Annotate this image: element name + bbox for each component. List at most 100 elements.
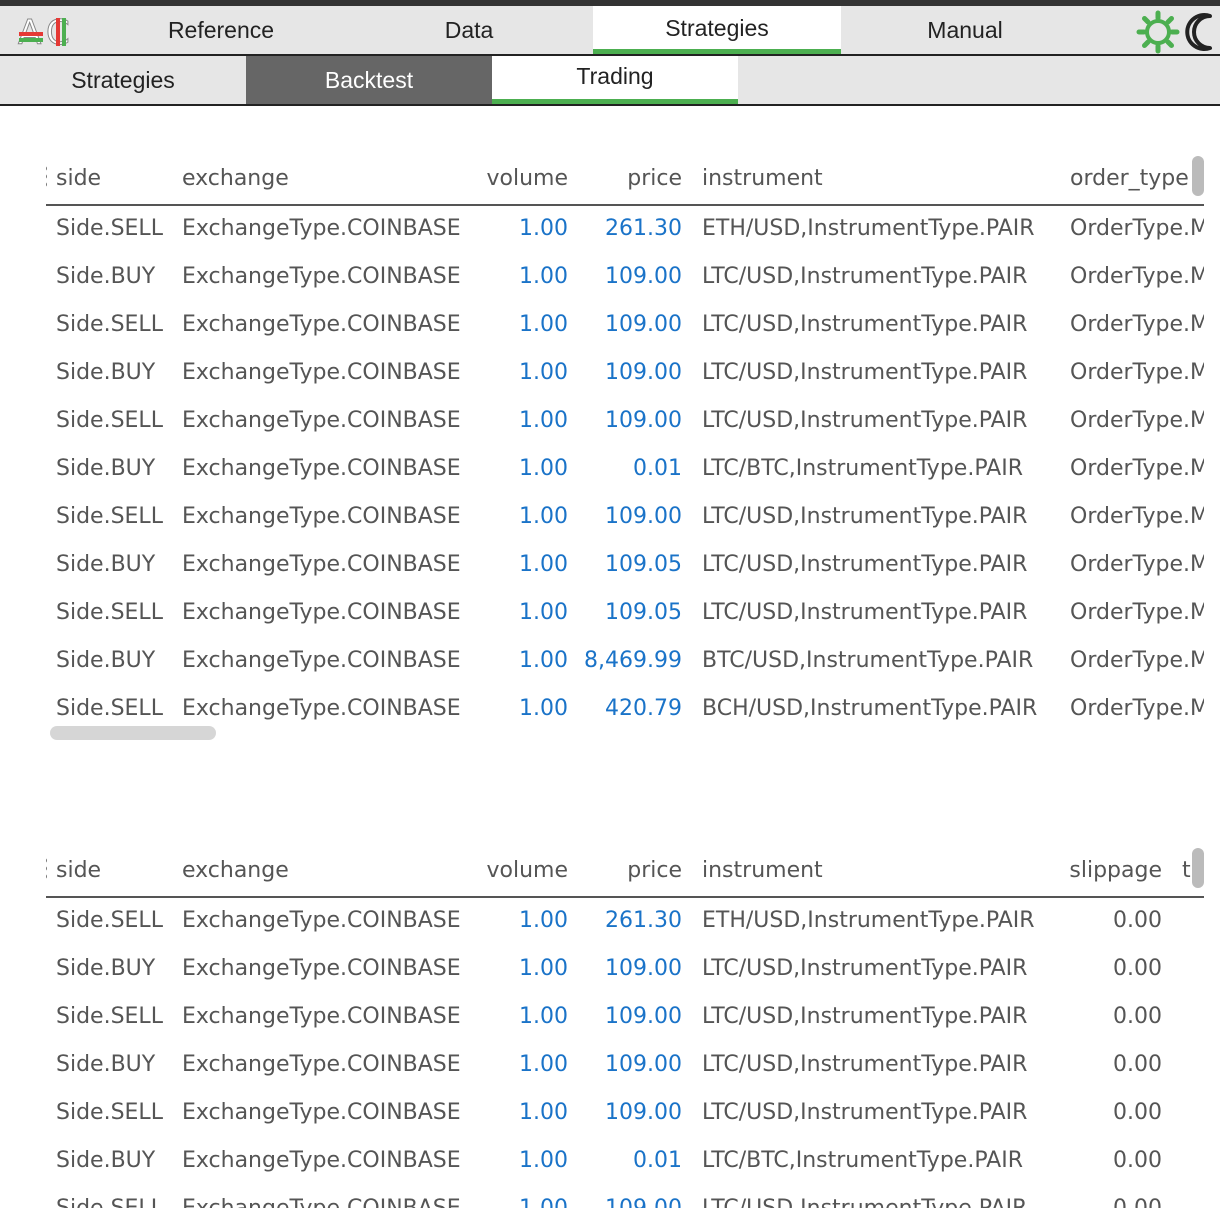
order-type-cell[interactable]: OrderType.M: [1070, 408, 1204, 433]
instrument-cell[interactable]: ETH/USD,InstrumentType.PAIR: [702, 216, 1035, 241]
order-type-cell[interactable]: OrderType.M: [1070, 456, 1204, 481]
table-row[interactable]: Side.BUY ExchangeType.COINBASE 1.00 109.05 L…: [46, 542, 1204, 590]
logo-icon[interactable]: A C: [16, 12, 76, 51]
column-header[interactable]: order_type: [1070, 166, 1189, 191]
side-cell[interactable]: Side.BUY: [56, 360, 155, 385]
slippage-cell[interactable]: 0.00: [1113, 1004, 1162, 1029]
side-cell[interactable]: Side.BUY: [56, 956, 155, 981]
price-cell[interactable]: 109.00: [605, 1052, 682, 1077]
column-header[interactable]: volume: [486, 166, 568, 191]
table-row[interactable]: Side.BUY ExchangeType.COINBASE 1.00 8,469.9…: [46, 638, 1204, 686]
volume-cell[interactable]: 1.00: [519, 1148, 568, 1173]
moon-icon[interactable]: [1180, 10, 1220, 54]
slippage-cell[interactable]: 0.00: [1113, 1148, 1162, 1173]
price-cell[interactable]: 109.00: [605, 956, 682, 981]
column-header[interactable]: price: [627, 858, 682, 883]
vertical-scrollbar[interactable]: [1192, 848, 1204, 888]
instrument-cell[interactable]: LTC/USD,InstrumentType.PAIR: [702, 1100, 1027, 1125]
exchange-cell[interactable]: ExchangeType.COINBASE: [182, 1148, 461, 1173]
side-cell[interactable]: Side.BUY: [56, 648, 155, 673]
volume-cell[interactable]: 1.00: [519, 1196, 568, 1208]
volume-cell[interactable]: 1.00: [519, 696, 568, 721]
price-cell[interactable]: 109.00: [605, 1004, 682, 1029]
side-cell[interactable]: Side.SELL: [56, 908, 163, 933]
volume-cell[interactable]: 1.00: [519, 600, 568, 625]
side-cell[interactable]: Side.SELL: [56, 1196, 163, 1208]
table-row[interactable]: Side.SELL ExchangeType.COINBASE 1.00 109.05…: [46, 590, 1204, 638]
slippage-cell[interactable]: 0.00: [1113, 956, 1162, 981]
subtab-strategies[interactable]: Strategies: [0, 56, 246, 104]
slippage-cell[interactable]: 0.00: [1113, 1052, 1162, 1077]
exchange-cell[interactable]: ExchangeType.COINBASE: [182, 600, 461, 625]
volume-cell[interactable]: 1.00: [519, 264, 568, 289]
instrument-cell[interactable]: BTC/USD,InstrumentType.PAIR: [702, 648, 1033, 673]
instrument-cell[interactable]: LTC/USD,InstrumentType.PAIR: [702, 1052, 1027, 1077]
column-header[interactable]: price: [627, 166, 682, 191]
table-row[interactable]: Side.SELL ExchangeType.COINBASE 1.00 109.00…: [46, 494, 1204, 542]
slippage-cell[interactable]: 0.00: [1113, 908, 1162, 933]
order-type-cell[interactable]: OrderType.M: [1070, 600, 1204, 625]
subtab-trading[interactable]: Trading: [492, 56, 738, 104]
volume-cell[interactable]: 1.00: [519, 1052, 568, 1077]
table-row[interactable]: Side.SELL ExchangeType.COINBASE 1.00 420.79…: [46, 686, 1204, 734]
volume-cell[interactable]: 1.00: [519, 956, 568, 981]
instrument-cell[interactable]: ETH/USD,InstrumentType.PAIR: [702, 908, 1035, 933]
order-type-cell[interactable]: OrderType.M: [1070, 696, 1204, 721]
exchange-cell[interactable]: ExchangeType.COINBASE: [182, 1004, 461, 1029]
tab-manual[interactable]: Manual: [841, 6, 1089, 54]
volume-cell[interactable]: 1.00: [519, 312, 568, 337]
order-type-cell[interactable]: OrderType.M: [1070, 504, 1204, 529]
price-cell[interactable]: 109.00: [605, 1100, 682, 1125]
volume-cell[interactable]: 1.00: [519, 552, 568, 577]
tab-strategies[interactable]: Strategies: [593, 6, 841, 54]
order-type-cell[interactable]: OrderType.M: [1070, 264, 1204, 289]
order-type-cell[interactable]: OrderType.M: [1070, 216, 1204, 241]
side-cell[interactable]: Side.SELL: [56, 600, 163, 625]
table-row[interactable]: Side.BUY ExchangeType.COINBASE 1.00 109.00 L…: [46, 946, 1204, 994]
column-header[interactable]: side: [56, 858, 101, 883]
slippage-cell[interactable]: 0.00: [1113, 1196, 1162, 1208]
instrument-cell[interactable]: LTC/USD,InstrumentType.PAIR: [702, 552, 1027, 577]
exchange-cell[interactable]: ExchangeType.COINBASE: [182, 1052, 461, 1077]
exchange-cell[interactable]: ExchangeType.COINBASE: [182, 1196, 461, 1208]
exchange-cell[interactable]: ExchangeType.COINBASE: [182, 956, 461, 981]
side-cell[interactable]: Side.SELL: [56, 696, 163, 721]
price-cell[interactable]: 109.00: [605, 1196, 682, 1208]
instrument-cell[interactable]: LTC/BTC,InstrumentType.PAIR: [702, 1148, 1023, 1173]
table-row[interactable]: Side.SELL ExchangeType.COINBASE 1.00 109.00…: [46, 302, 1204, 350]
exchange-cell[interactable]: ExchangeType.COINBASE: [182, 696, 461, 721]
price-cell[interactable]: 109.00: [605, 504, 682, 529]
exchange-cell[interactable]: ExchangeType.COINBASE: [182, 1100, 461, 1125]
instrument-cell[interactable]: LTC/USD,InstrumentType.PAIR: [702, 264, 1027, 289]
side-cell[interactable]: Side.SELL: [56, 504, 163, 529]
side-cell[interactable]: Side.BUY: [56, 264, 155, 289]
subtab-backtest[interactable]: Backtest: [246, 56, 492, 104]
price-cell[interactable]: 8,469.99: [584, 648, 682, 673]
side-cell[interactable]: Side.SELL: [56, 216, 163, 241]
tab-data[interactable]: Data: [345, 6, 593, 54]
price-cell[interactable]: 261.30: [605, 908, 682, 933]
trades-grid[interactable]: side exchange volume price instrument sl…: [46, 848, 1204, 1208]
side-cell[interactable]: Side.SELL: [56, 408, 163, 433]
exchange-cell[interactable]: ExchangeType.COINBASE: [182, 648, 461, 673]
volume-cell[interactable]: 1.00: [519, 408, 568, 433]
table-row[interactable]: Side.SELL ExchangeType.COINBASE 1.00 109.00…: [46, 1090, 1204, 1138]
volume-cell[interactable]: 1.00: [519, 648, 568, 673]
volume-cell[interactable]: 1.00: [519, 1004, 568, 1029]
side-cell[interactable]: Side.BUY: [56, 1052, 155, 1077]
price-cell[interactable]: 0.01: [633, 456, 682, 481]
side-cell[interactable]: Side.SELL: [56, 312, 163, 337]
price-cell[interactable]: 0.01: [633, 1148, 682, 1173]
column-header[interactable]: volume: [486, 858, 568, 883]
table-row[interactable]: Side.SELL ExchangeType.COINBASE 1.00 109.00…: [46, 994, 1204, 1042]
column-header[interactable]: instrument: [702, 166, 823, 191]
table-row[interactable]: Side.BUY ExchangeType.COINBASE 1.00 109.00 L…: [46, 350, 1204, 398]
exchange-cell[interactable]: ExchangeType.COINBASE: [182, 312, 461, 337]
volume-cell[interactable]: 1.00: [519, 360, 568, 385]
side-cell[interactable]: Side.BUY: [56, 456, 155, 481]
instrument-cell[interactable]: BCH/USD,InstrumentType.PAIR: [702, 696, 1037, 721]
exchange-cell[interactable]: ExchangeType.COINBASE: [182, 264, 461, 289]
instrument-cell[interactable]: LTC/USD,InstrumentType.PAIR: [702, 600, 1027, 625]
exchange-cell[interactable]: ExchangeType.COINBASE: [182, 456, 461, 481]
column-header[interactable]: exchange: [182, 858, 289, 883]
